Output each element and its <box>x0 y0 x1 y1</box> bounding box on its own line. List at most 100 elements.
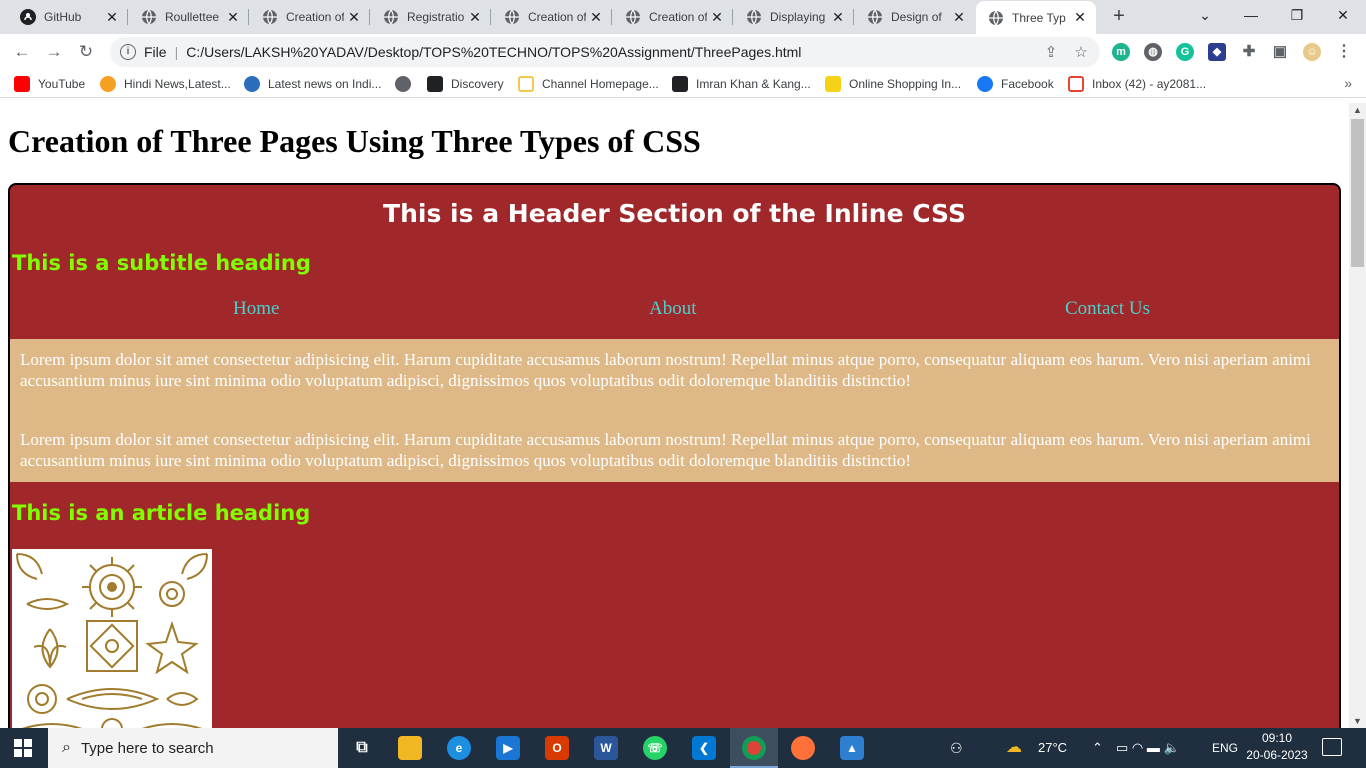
windows-start-icon[interactable] <box>14 739 32 757</box>
globe-icon <box>263 9 277 25</box>
close-icon[interactable]: ✕ <box>586 9 606 26</box>
file-explorer-icon[interactable] <box>398 736 422 760</box>
bookmark-facebook[interactable]: Facebook <box>977 75 1054 93</box>
tab-three-types-active[interactable]: Three Typ ✕ <box>976 1 1096 34</box>
edge-icon[interactable]: e <box>447 736 471 760</box>
word-icon[interactable]: W <box>594 736 618 760</box>
extensions-puzzle-icon[interactable]: ✚ <box>1240 43 1258 61</box>
close-icon[interactable]: ✕ <box>1070 9 1090 26</box>
bookmark-latest-news[interactable]: Latest news on Indi... <box>244 75 381 93</box>
chrome-icon[interactable] <box>742 736 766 760</box>
bookmark-globe[interactable] <box>395 75 419 93</box>
ornament-graphic <box>16 553 208 728</box>
bookmark-label: Channel Homepage... <box>542 77 659 91</box>
close-window-button[interactable]: ✕ <box>1320 0 1366 34</box>
tab-label: Three Typ <box>1012 10 1066 25</box>
content-block: Lorem ipsum dolor sit amet consectetur a… <box>10 339 1339 482</box>
bookmark-channel[interactable]: Channel Homepage... <box>518 75 659 93</box>
globe-icon <box>868 9 882 25</box>
bookmark-hindi-news[interactable]: Hindi News,Latest... <box>100 75 231 93</box>
task-view-icon[interactable]: ⧉ <box>350 736 374 760</box>
restore-button[interactable]: ❐ <box>1274 0 1320 34</box>
scroll-down-arrow-icon[interactable]: ▼ <box>1353 716 1362 726</box>
weather-temp[interactable]: 27°C <box>1038 728 1067 768</box>
windows-taskbar: ⌕ Type here to search ⧉ e ▶ O W ☏ ❮ ▲ ⚇ … <box>0 728 1366 768</box>
page-title: Creation of Three Pages Using Three Type… <box>8 123 701 159</box>
close-icon[interactable]: ✕ <box>344 9 364 26</box>
more-bookmarks-chevron-icon[interactable]: » <box>1344 75 1352 91</box>
media-player-icon[interactable]: ▶ <box>496 736 520 760</box>
firefox-icon[interactable] <box>791 736 815 760</box>
minimize-button[interactable]: — <box>1228 0 1274 34</box>
tab-design[interactable]: Design of ✕ <box>855 0 975 34</box>
share-icon[interactable]: ⇪ <box>1040 43 1062 61</box>
facebook-icon <box>977 76 993 92</box>
tab-registration[interactable]: Registratio ✕ <box>371 0 491 34</box>
tab-github[interactable]: GitHub ✕ <box>8 0 128 34</box>
clock[interactable]: 09:10 20-06-2023 <box>1240 730 1314 764</box>
office-icon[interactable]: O <box>545 736 569 760</box>
tab-search-chevron-icon[interactable]: ⌄ <box>1182 0 1228 34</box>
bookmark-discovery[interactable]: Discovery <box>427 75 504 93</box>
forward-button[interactable]: → <box>44 42 64 62</box>
bookmark-youtube[interactable]: YouTube <box>14 75 85 93</box>
bookmark-label: Online Shopping In... <box>849 77 962 91</box>
reload-button[interactable]: ↻ <box>76 42 96 62</box>
close-icon[interactable]: ✕ <box>465 9 485 26</box>
side-panel-icon[interactable]: ▣ <box>1271 43 1289 61</box>
page-scrollbar[interactable]: ▲ ▼ <box>1349 103 1366 728</box>
url-text[interactable]: C:/Users/LAKSH%20YADAV/Desktop/TOPS%20TE… <box>186 44 1040 60</box>
bookmark-online-shopping[interactable]: Online Shopping In... <box>825 75 961 93</box>
globe-icon <box>395 76 411 92</box>
notification-icon[interactable] <box>1322 738 1342 756</box>
people-icon[interactable]: ⚇ <box>950 728 963 768</box>
tray-system-icons[interactable]: ▭ ◠ ▬ 🔈 <box>1116 728 1180 768</box>
close-icon[interactable]: ✕ <box>707 9 727 26</box>
bookmarks-bar: YouTube Hindi News,Latest... Latest news… <box>0 70 1366 98</box>
tab-label: GitHub <box>44 10 82 24</box>
section-header: This is a Header Section of the Inline C… <box>383 199 966 228</box>
close-icon[interactable]: ✕ <box>102 9 122 26</box>
bookmark-inbox[interactable]: Inbox (42) - ay2081... <box>1068 75 1206 93</box>
language-indicator[interactable]: ENG <box>1212 728 1238 768</box>
back-button[interactable]: ← <box>12 42 32 62</box>
whatsapp-icon[interactable]: ☏ <box>643 736 667 760</box>
menu-kebab-icon[interactable]: ⋮ <box>1335 43 1353 61</box>
tab-displaying[interactable]: Displaying ✕ <box>734 0 854 34</box>
photos-icon[interactable]: ▲ <box>840 736 864 760</box>
profile-avatar[interactable]: ☺ <box>1303 43 1321 61</box>
bookmark-star-icon[interactable]: ☆ <box>1070 43 1092 61</box>
article-heading: This is an article heading <box>12 501 311 525</box>
tab-creation-1[interactable]: Creation of ✕ <box>250 0 370 34</box>
close-icon[interactable]: ✕ <box>949 9 969 26</box>
vscode-icon[interactable]: ❮ <box>692 736 716 760</box>
github-icon <box>20 9 36 25</box>
extension-box-icon[interactable]: ◆ <box>1208 43 1226 61</box>
new-tab-button[interactable]: + <box>1108 5 1130 27</box>
tab-roullettee[interactable]: Roullettee ✕ <box>129 0 249 34</box>
extension-ghost-icon[interactable]: ◍ <box>1144 43 1162 61</box>
info-icon[interactable]: i <box>120 44 136 60</box>
address-bar[interactable]: i File | C:/Users/LAKSH%20YADAV/Desktop/… <box>110 37 1100 67</box>
taskbar-search-box[interactable]: ⌕ Type here to search <box>48 728 338 768</box>
tab-label: Creation of <box>528 10 586 24</box>
bookmark-imran-khan[interactable]: Imran Khan & Kang... <box>672 75 811 93</box>
scrollbar-thumb[interactable] <box>1351 119 1364 267</box>
paragraph: Lorem ipsum dolor sit amet consectetur a… <box>20 350 1311 390</box>
nav-contact-link[interactable]: Contact Us <box>1065 298 1150 320</box>
tab-creation-3[interactable]: Creation of ✕ <box>613 0 733 34</box>
close-icon[interactable]: ✕ <box>223 9 243 26</box>
tray-overflow-chevron-icon[interactable]: ⌃ <box>1092 728 1103 768</box>
extension-m-icon[interactable]: m <box>1112 43 1130 61</box>
globe-icon <box>747 9 761 25</box>
close-icon[interactable]: ✕ <box>828 9 848 26</box>
nav-about-link[interactable]: About <box>649 298 697 320</box>
scroll-up-arrow-icon[interactable]: ▲ <box>1353 105 1362 115</box>
bookmark-label: Discovery <box>451 77 504 91</box>
nav-home-link[interactable]: Home <box>233 298 279 320</box>
scheme-label: File <box>144 44 167 60</box>
grammarly-icon[interactable]: G <box>1176 43 1194 61</box>
tab-creation-2[interactable]: Creation of ✕ <box>492 0 612 34</box>
weather-icon[interactable]: ☁ <box>1006 728 1022 768</box>
flipkart-icon <box>825 76 841 92</box>
